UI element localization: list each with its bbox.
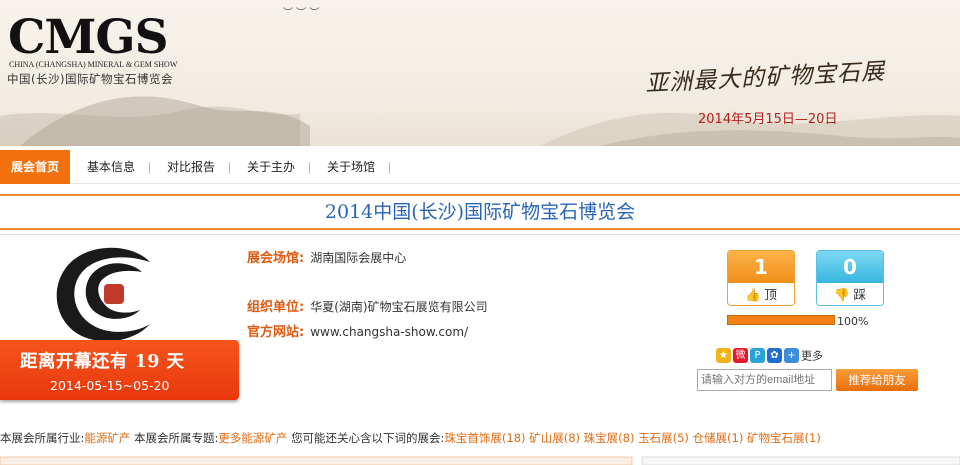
nav-divider [229, 162, 230, 174]
vote-down-button[interactable]: 0 👎 踩 [816, 250, 884, 306]
share-more-link[interactable]: 更多 [801, 350, 823, 363]
nav-item-about-organizer[interactable]: 关于主办 [236, 150, 306, 184]
nav-item-home[interactable]: 展会首页 [0, 150, 70, 184]
exhibition-info: 距离开幕还有 19 天 2014-05-15~05-20 展会场馆: 湖南国际会展… [0, 234, 960, 414]
friend-email-input[interactable] [697, 369, 832, 391]
nav-divider [389, 162, 390, 174]
vote-up-label: 顶 [764, 287, 778, 302]
vote-down-count: 0 [817, 251, 883, 283]
vote-down-label: 踩 [853, 287, 867, 302]
countdown-banner: 距离开幕还有 19 天 2014-05-15~05-20 [0, 340, 239, 400]
exhibition-logo-image [38, 240, 188, 344]
nav-item-comparison-report[interactable]: 对比报告 [156, 150, 226, 184]
industry-link[interactable]: 能源矿产 [84, 431, 130, 445]
related-link[interactable]: 玉石展(5) [638, 431, 689, 445]
vote-up-count: 1 [728, 251, 794, 283]
organizer-label: 组织单位: [247, 300, 305, 315]
venue-row: 展会场馆: 湖南国际会展中心 [247, 247, 406, 266]
website-row: 官方网站: www.changsha-show.com/ [247, 321, 468, 340]
page-title: 2014中国(长沙)国际矿物宝石博览会 [324, 201, 636, 223]
related-label: 您可能还关心含以下词的展会: [291, 431, 445, 445]
countdown-title: 距离开幕还有 19 天 [20, 352, 185, 372]
more-share-icon[interactable]: + [784, 348, 799, 363]
topic-label: 本展会所属专题: [134, 431, 219, 445]
birds-decoration: ︶ ︶ ︶ [283, 8, 320, 19]
related-link[interactable]: 珠宝展(8) [584, 431, 635, 445]
nav-item-about-venue[interactable]: 关于场馆 [316, 150, 386, 184]
venue-value: 湖南国际会展中心 [310, 251, 407, 265]
recommend-to-friend-button[interactable]: 推荐给朋友 [836, 369, 918, 391]
vote-up-button[interactable]: 1 👍 顶 [727, 250, 795, 306]
logo-subtitle-en: CHINA (CHANGSHA) MINERAL & GEM SHOW [9, 60, 178, 69]
page-title-bar: 2014中国(长沙)国际矿物宝石博览会 [0, 194, 960, 230]
thumbs-up-icon: 👍 [744, 287, 761, 302]
thumbs-down-icon: 👎 [833, 287, 850, 302]
organizer-value: 华夏(湖南)矿物宝石展览有限公司 [310, 300, 488, 314]
related-link[interactable]: 仓储展(1) [693, 431, 744, 445]
logo-text: CMGS [8, 10, 169, 65]
vote-down-label-row: 👎 踩 [817, 283, 883, 305]
logo-subtitle-cn: 中国(长沙)国际矿物宝石博览会 [7, 72, 173, 86]
vote-progress-bar [727, 315, 835, 325]
venue-label: 展会场馆: [247, 251, 305, 266]
related-link[interactable]: 矿物宝石展(1) [747, 431, 821, 445]
nav-divider [149, 162, 150, 174]
organizer-row: 组织单位: 华夏(湖南)矿物宝石展览有限公司 [247, 296, 488, 315]
weibo-icon[interactable]: 微 [733, 348, 748, 363]
qzone-icon[interactable]: ★ [716, 348, 731, 363]
header-banner: ︶ ︶ ︶ CMGS CHINA (CHANGSHA) MINERAL & GE… [0, 0, 960, 146]
related-link[interactable]: 矿山展(8) [529, 431, 580, 445]
main-nav: 展会首页 基本信息 对比报告 关于主办 关于场馆 [0, 150, 960, 184]
topic-link[interactable]: 更多能源矿产 [218, 431, 287, 445]
countdown-dates: 2014-05-15~05-20 [50, 378, 170, 393]
industry-label: 本展会所属行业: [0, 431, 85, 445]
website-link[interactable]: www.changsha-show.com/ [310, 325, 468, 339]
tencent-weibo-icon[interactable]: P [750, 348, 765, 363]
share-bar: ★ 微 P ✿ + 更多 [716, 345, 823, 363]
website-label: 官方网站: [247, 325, 305, 340]
related-exhibitions-line: 本展会所属行业:能源矿产 本展会所属专题:更多能源矿产 您可能还关心含以下词的展… [0, 430, 960, 446]
renren-icon[interactable]: ✿ [767, 348, 782, 363]
related-link[interactable]: 珠宝首饰展(18) [444, 431, 525, 445]
nav-item-basic-info[interactable]: 基本信息 [76, 150, 146, 184]
banner-date: 2014年5月15日—20日 [698, 112, 838, 127]
nav-divider [309, 162, 310, 174]
lower-panels-edge [0, 456, 960, 465]
vote-progress-text: 100% [837, 315, 869, 328]
vote-up-label-row: 👍 顶 [728, 283, 794, 305]
